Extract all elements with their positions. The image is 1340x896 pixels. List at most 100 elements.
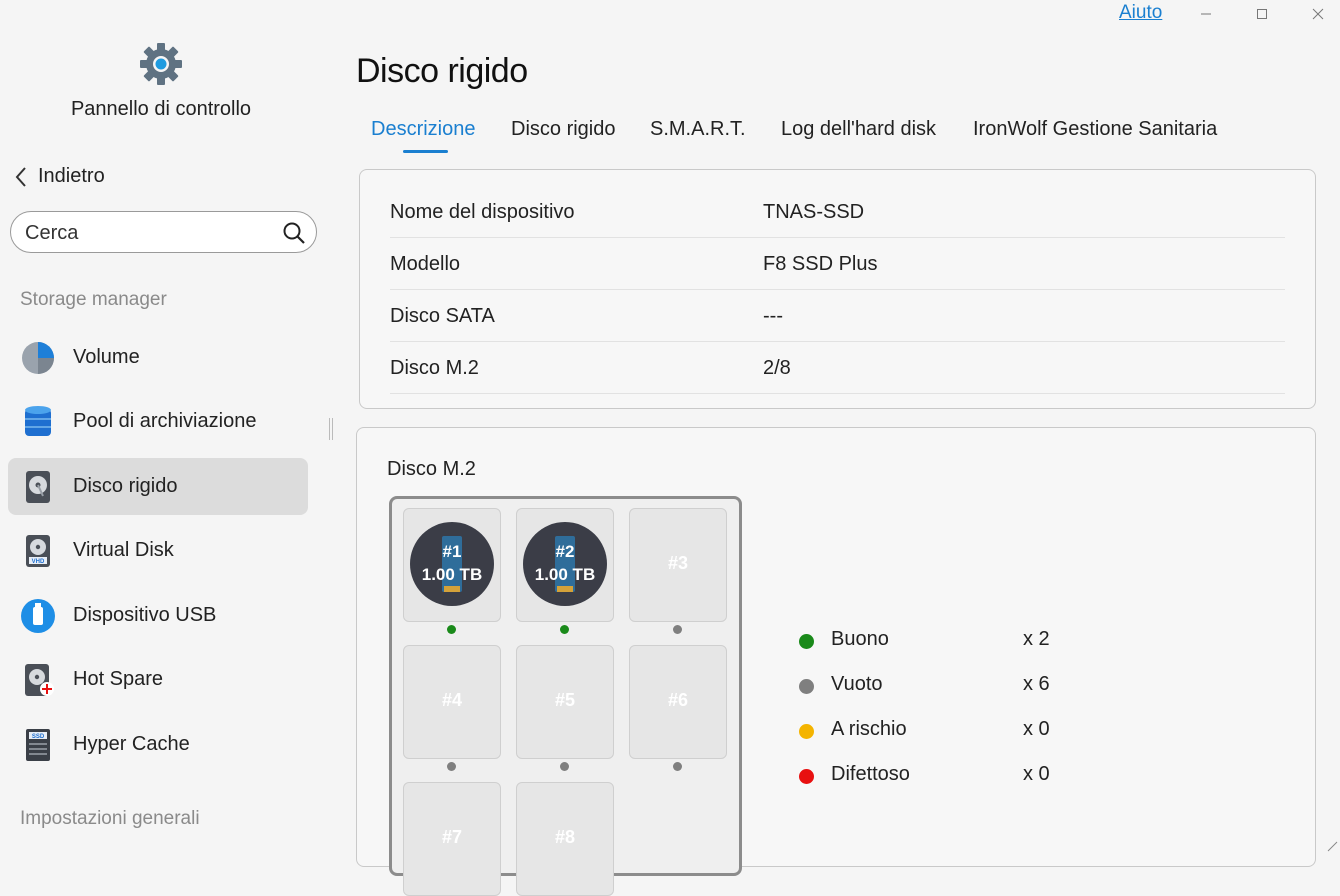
section-storage-manager: Storage manager (20, 289, 167, 310)
status-led-empty (673, 625, 682, 634)
maximize-icon (1257, 9, 1267, 19)
legend-name: Vuoto (831, 673, 883, 695)
sidebar-item-usb-device[interactable]: Dispositivo USB (8, 587, 308, 644)
disk-slot-4[interactable]: #4 (403, 645, 501, 759)
virtual-disk-icon: VHD (26, 535, 50, 567)
m2-disk: #2 1.00 TB (523, 522, 607, 606)
sidebar-item-hyper-cache[interactable]: SSD Hyper Cache (8, 716, 308, 773)
slot-label: #4 (441, 690, 463, 710)
disk-slot-2[interactable]: #2 1.00 TB (516, 508, 614, 622)
legend-item-at-risk: A rischio x 0 (799, 718, 1099, 748)
storage-pool-icon (25, 406, 51, 436)
search-icon[interactable] (282, 221, 306, 245)
info-row: Modello F8 SSD Plus (390, 237, 1285, 290)
disk-size: 1.00 TB (534, 565, 596, 584)
sidebar-item-label: Volume (73, 346, 140, 368)
tab-hard-disk-log[interactable]: Log dell'hard disk (781, 118, 936, 141)
slot-label: #7 (441, 827, 463, 847)
info-row: Nome del dispositivo TNAS-SSD (390, 185, 1285, 238)
sidebar-item-virtual-disk[interactable]: VHD Virtual Disk (8, 522, 308, 579)
sidebar-item-label: Pool di archiviazione (73, 410, 257, 432)
tab-description[interactable]: Descrizione (371, 118, 475, 141)
chevron-left-icon (15, 166, 26, 187)
tab-ironwolf-health[interactable]: IronWolf Gestione Sanitaria (973, 118, 1217, 141)
legend-name: A rischio (831, 718, 907, 740)
info-key: Disco SATA (390, 305, 495, 327)
maximize-button[interactable] (1239, 0, 1285, 28)
disk-slot-3[interactable]: #3 (629, 508, 727, 622)
legend-item-good: Buono x 2 (799, 628, 1099, 658)
disk-slot-6[interactable]: #6 (629, 645, 727, 759)
slot-label: #3 (667, 553, 689, 573)
hard-disk-icon (26, 471, 50, 503)
legend-count: x 0 (1023, 763, 1050, 785)
legend-item-empty: Vuoto x 6 (799, 673, 1099, 703)
status-dot-icon (799, 679, 814, 694)
sidebar-item-label: Dispositivo USB (73, 604, 217, 626)
info-key: Disco M.2 (390, 357, 479, 379)
nas-chassis: #1 1.00 TB #2 1.00 TB #3 #4 #5 #6 #7 #8 (389, 496, 742, 896)
sidebar-resize-handle[interactable] (329, 418, 333, 440)
disk-slot-5[interactable]: #5 (516, 645, 614, 759)
m2-disk-card: Disco M.2 #1 1.00 TB #2 1.00 TB #3 #4 #5… (356, 427, 1316, 896)
close-icon (1312, 8, 1324, 20)
info-row: Disco M.2 2/8 (390, 341, 1285, 394)
disk-panel-title: Disco M.2 (387, 458, 476, 480)
slot-label: #1 (442, 542, 462, 561)
legend-count: x 2 (1023, 628, 1050, 650)
svg-text:SSD: SSD (32, 734, 45, 740)
volume-pie-icon (22, 342, 54, 374)
window-resize-grip-icon[interactable] (1326, 840, 1338, 852)
disk-slot-7[interactable]: #7 (403, 782, 501, 896)
legend-count: x 6 (1023, 673, 1050, 695)
sidebar-item-hot-spare[interactable]: Hot Spare (8, 651, 308, 708)
usb-device-icon (21, 599, 55, 633)
status-dot-icon (799, 634, 814, 649)
tab-smart[interactable]: S.M.A.R.T. (650, 118, 746, 141)
sidebar-item-volume[interactable]: Volume (8, 329, 308, 386)
gear-icon (140, 43, 182, 85)
tab-hard-disk[interactable]: Disco rigido (511, 118, 615, 141)
info-key: Nome del dispositivo (390, 201, 575, 223)
search-box (10, 211, 317, 253)
disk-slot-8[interactable]: #8 (516, 782, 614, 896)
help-link[interactable]: Aiuto (1119, 2, 1162, 24)
disk-size: 1.00 TB (421, 565, 483, 584)
status-led-empty (560, 762, 569, 771)
slot-label: #6 (667, 690, 689, 710)
slot-label: #5 (554, 690, 576, 710)
search-input[interactable] (23, 220, 277, 246)
app-title: Pannello di controllo (70, 98, 252, 120)
minimize-icon (1201, 13, 1211, 15)
sidebar-item-hard-disk[interactable]: Disco rigido (8, 458, 308, 515)
status-led-empty (673, 762, 682, 771)
disk-slot-1[interactable]: #1 1.00 TB (403, 508, 501, 622)
info-row: Disco SATA --- (390, 289, 1285, 342)
status-led-good (560, 625, 569, 634)
sidebar-item-label: Hyper Cache (73, 733, 190, 755)
sidebar: Pannello di controllo Indietro Storage m… (0, 0, 326, 854)
active-tab-indicator (403, 150, 448, 153)
info-value: --- (763, 305, 783, 327)
legend-name: Difettoso (831, 763, 910, 785)
info-key: Modello (390, 253, 461, 275)
m2-disk: #1 1.00 TB (410, 522, 494, 606)
slot-label: #8 (554, 827, 576, 847)
status-dot-icon (799, 724, 814, 739)
info-value: 2/8 (763, 357, 791, 379)
minimize-button[interactable] (1183, 0, 1229, 28)
device-info-card: Nome del dispositivo TNAS-SSD Modello F8… (359, 169, 1316, 409)
sidebar-item-label: Virtual Disk (73, 539, 174, 561)
status-led-good (447, 625, 456, 634)
legend-name: Buono (831, 628, 889, 650)
svg-text:VHD: VHD (32, 559, 45, 565)
info-value: TNAS-SSD (763, 201, 865, 223)
status-led-empty (447, 762, 456, 771)
sidebar-item-label: Disco rigido (73, 475, 178, 497)
info-value: F8 SSD Plus (763, 253, 878, 275)
back-button[interactable]: Indietro (14, 165, 105, 188)
slot-label: #2 (555, 542, 575, 561)
sidebar-item-storage-pool[interactable]: Pool di archiviazione (8, 393, 308, 450)
close-button[interactable] (1295, 0, 1340, 28)
page-title: Disco rigido (356, 52, 528, 90)
